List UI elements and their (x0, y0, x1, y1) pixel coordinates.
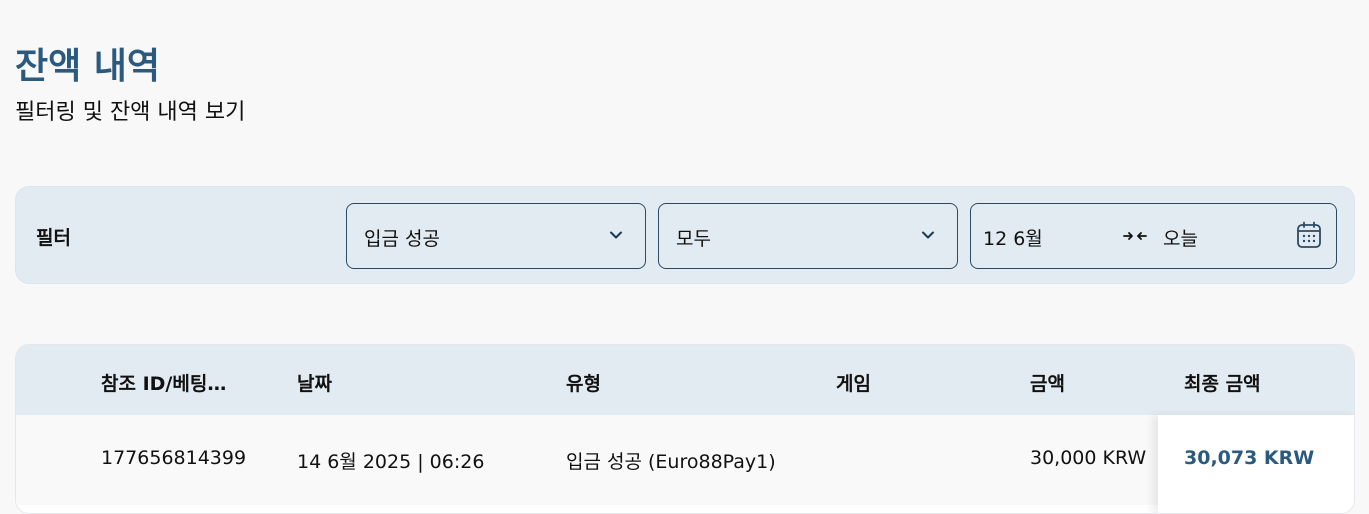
table-row: 177656814399 14 6월 2025 | 06:26 입금 성공 (E… (16, 415, 1354, 505)
cell-ref-id: 177656814399 (101, 447, 247, 469)
header-type: 유형 (566, 373, 601, 395)
date-range-picker[interactable]: 12 6월 오늘 (970, 203, 1337, 269)
cell-amount: 30,000 KRW (1030, 447, 1147, 469)
filter-bar: 필터 입금 성공 모두 12 6월 오늘 (15, 186, 1355, 284)
cell-type: 입금 성공 (Euro88Pay1) (566, 451, 776, 473)
page-title: 잔액 내역 (15, 46, 161, 87)
date-to[interactable]: 오늘 (1163, 224, 1198, 251)
chevron-down-icon (610, 231, 622, 239)
date-range-arrows-icon (1123, 232, 1147, 240)
chevron-down-icon (922, 231, 934, 239)
game-filter-value: 모두 (676, 228, 711, 250)
header-amount: 금액 (1030, 373, 1065, 395)
table-header: 참조 ID/베팅… 날짜 유형 게임 금액 최종 금액 (16, 345, 1354, 415)
header-final-amount: 최종 금액 (1184, 373, 1261, 395)
header-game: 게임 (836, 373, 871, 395)
date-from[interactable]: 12 6월 (983, 224, 1043, 251)
header-ref-id: 참조 ID/베팅… (101, 373, 227, 395)
calendar-icon[interactable] (1296, 221, 1322, 249)
cell-date: 14 6월 2025 | 06:26 (297, 451, 485, 473)
page-header: 잔액 내역 필터링 및 잔액 내역 보기 (15, 44, 245, 128)
filter-label: 필터 (36, 227, 71, 249)
game-filter-dropdown[interactable]: 모두 (658, 203, 958, 269)
cell-final-amount: 30,073 KRW (1184, 447, 1315, 469)
header-date: 날짜 (297, 373, 332, 395)
status-filter-dropdown[interactable]: 입금 성공 (346, 203, 646, 269)
page-subtitle: 필터링 및 잔액 내역 보기 (15, 100, 246, 125)
balance-history-table: 참조 ID/베팅… 날짜 유형 게임 금액 최종 금액 177656814399… (15, 344, 1355, 514)
status-filter-value: 입금 성공 (364, 228, 440, 250)
final-amount-column: 30,073 KRW (1158, 415, 1354, 513)
